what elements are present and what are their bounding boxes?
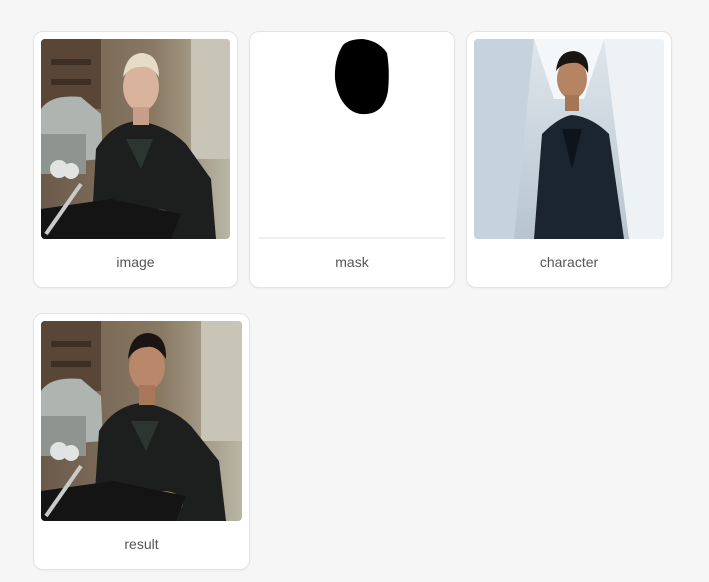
image-caption: image [116, 254, 155, 270]
result-card[interactable]: result [33, 313, 250, 570]
character-caption: character [539, 254, 599, 270]
result-thumbnail[interactable] [41, 321, 242, 521]
character-card[interactable]: character [466, 31, 672, 288]
mask-thumbnail[interactable] [257, 39, 447, 239]
image-card[interactable]: image [33, 31, 238, 288]
character-thumbnail[interactable] [474, 39, 664, 239]
input-image-thumbnail[interactable] [41, 39, 230, 239]
mask-card[interactable]: mask [249, 31, 455, 288]
mask-caption: mask [335, 254, 369, 270]
result-caption: result [124, 536, 159, 552]
